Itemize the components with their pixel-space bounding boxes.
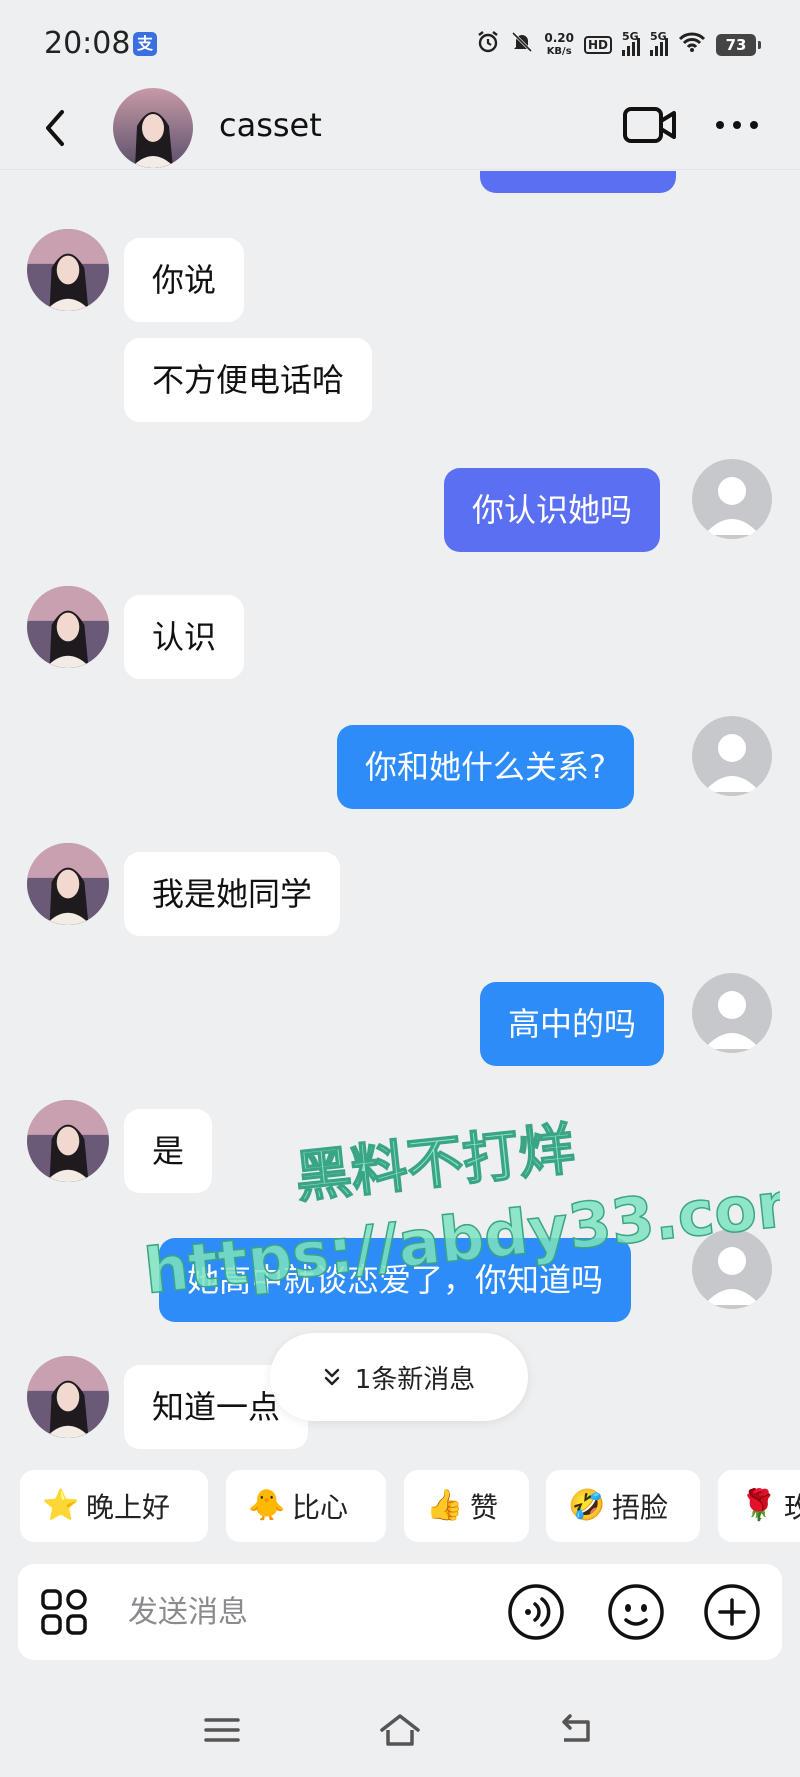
- system-navigation-bar: [0, 1680, 800, 1777]
- video-camera-icon: [623, 107, 676, 143]
- video-call-button[interactable]: [622, 104, 678, 146]
- message-list[interactable]: 你说 不方便电话哈 你认识她吗 认识 你和她什么关系? 我是她同学 高中的吗 是…: [0, 171, 800, 1456]
- back-nav-button[interactable]: [556, 1708, 600, 1752]
- person-icon: [704, 734, 760, 792]
- message-input[interactable]: [128, 1582, 508, 1642]
- message-bubble-outgoing[interactable]: 你和她什么关系?: [337, 725, 634, 809]
- add-attachment-button[interactable]: [702, 1582, 762, 1642]
- contact-avatar[interactable]: [113, 88, 193, 168]
- menu-lines-icon: [204, 1718, 240, 1742]
- more-options-button[interactable]: [712, 108, 762, 142]
- message-bubble-incoming[interactable]: 你说: [124, 238, 245, 322]
- quick-reply-label: 比心: [292, 1491, 349, 1524]
- status-time: 20:08: [44, 26, 131, 61]
- emoji-button[interactable]: [606, 1582, 666, 1642]
- signal-1-label: 5G: [622, 30, 639, 43]
- my-default-avatar[interactable]: [692, 973, 772, 1053]
- voice-message-button[interactable]: [506, 1582, 566, 1642]
- contact-message-avatar[interactable]: [27, 586, 109, 668]
- contact-message-avatar[interactable]: [27, 843, 109, 925]
- signal-strength-1: 5G: [622, 30, 640, 56]
- quick-reply-good-evening[interactable]: ⭐ 晚上好: [20, 1470, 208, 1542]
- new-message-indicator[interactable]: 1条新消息: [270, 1333, 528, 1421]
- message-bubble-outgoing[interactable]: 她高中就谈恋爱了，你知道吗: [159, 1238, 632, 1322]
- home-icon: [380, 1714, 420, 1746]
- contact-message-avatar[interactable]: [27, 1356, 109, 1438]
- more-dots-icon: [716, 121, 758, 129]
- person-icon: [704, 991, 760, 1049]
- chat-header: casset: [0, 88, 800, 170]
- return-arrow-icon: [562, 1714, 590, 1742]
- apps-grid-icon: [41, 1589, 87, 1635]
- more-apps-button[interactable]: [40, 1588, 88, 1636]
- network-speed-unit: KB/s: [546, 46, 572, 57]
- status-indicators: 0.20 KB/s HD 5G 5G 73: [476, 28, 761, 62]
- hd-voice-badge: HD: [583, 36, 612, 54]
- network-speed: 0.20 KB/s: [544, 32, 574, 58]
- voice-wave-icon: [508, 1584, 564, 1640]
- duck-heart-icon: 🐥: [248, 1488, 286, 1523]
- quick-reply-like[interactable]: 👍 赞: [404, 1470, 529, 1542]
- thumbs-up-icon: 👍: [426, 1488, 464, 1523]
- smiley-icon: [608, 1584, 664, 1640]
- battery-indicator: 73: [716, 34, 761, 56]
- quick-reply-label: 晚上好: [86, 1491, 171, 1524]
- network-speed-value: 0.20: [544, 31, 574, 45]
- double-chevron-down-icon: [324, 1368, 339, 1386]
- contact-message-avatar[interactable]: [27, 1100, 109, 1182]
- message-bubble-incoming[interactable]: 我是她同学: [124, 852, 341, 936]
- quick-reply-heart[interactable]: 🐥 比心: [226, 1470, 386, 1542]
- back-button[interactable]: [36, 104, 76, 152]
- plus-circle-icon: [704, 1584, 760, 1640]
- quick-reply-label: 赞: [470, 1491, 499, 1524]
- alarm-icon: [476, 30, 500, 60]
- home-button[interactable]: [378, 1708, 422, 1752]
- message-bubble-outgoing-partial[interactable]: [480, 171, 676, 193]
- rose-icon: 🌹: [740, 1488, 778, 1523]
- message-bubble-incoming[interactable]: 是: [124, 1109, 213, 1193]
- quick-reply-facepalm[interactable]: 🤣 捂脸: [546, 1470, 700, 1542]
- quick-reply-label: 玫: [784, 1491, 800, 1524]
- message-composer: [18, 1564, 782, 1660]
- my-default-avatar[interactable]: [692, 1229, 772, 1309]
- signal-strength-2: 5G: [650, 30, 668, 56]
- wifi-icon: [678, 31, 706, 59]
- new-message-label: 1条新消息: [354, 1364, 476, 1395]
- mute-bell-icon: [510, 30, 534, 60]
- my-default-avatar[interactable]: [692, 716, 772, 796]
- person-icon: [704, 1247, 760, 1305]
- laughing-tears-icon: 🤣: [568, 1488, 606, 1523]
- quick-reply-label: 捂脸: [612, 1491, 669, 1524]
- quick-reply-bar: ⭐ 晚上好 🐥 比心 👍 赞 🤣 捂脸 🌹 玫: [0, 1470, 800, 1542]
- person-icon: [704, 477, 760, 535]
- recent-apps-button[interactable]: [200, 1708, 244, 1752]
- my-default-avatar[interactable]: [692, 459, 772, 539]
- status-bar: 20:08 支 0.20 KB/s HD 5G 5G 73: [0, 0, 800, 88]
- quick-reply-rose[interactable]: 🌹 玫: [718, 1470, 800, 1542]
- chevron-left-icon: [46, 110, 64, 146]
- message-bubble-outgoing[interactable]: 高中的吗: [480, 982, 665, 1066]
- contact-name: casset: [219, 106, 322, 144]
- message-bubble-incoming[interactable]: 认识: [124, 595, 245, 679]
- signal-2-label: 5G: [650, 30, 667, 43]
- message-bubble-incoming[interactable]: 不方便电话哈: [124, 338, 373, 422]
- message-bubble-outgoing[interactable]: 你认识她吗: [444, 468, 661, 552]
- alipay-notification-icon: 支: [133, 32, 157, 56]
- star-face-icon: ⭐: [42, 1488, 80, 1523]
- contact-message-avatar[interactable]: [27, 229, 109, 311]
